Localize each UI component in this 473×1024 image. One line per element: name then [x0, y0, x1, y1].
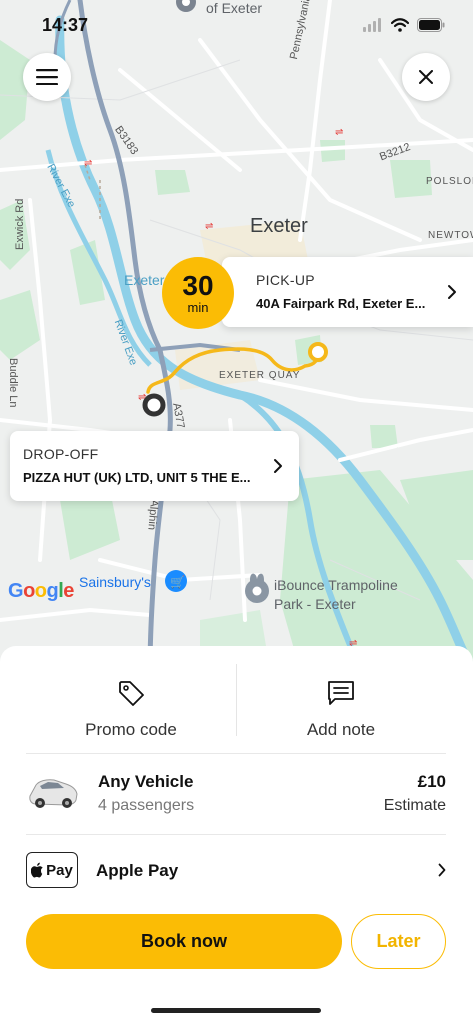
- map-base: ⇌ ⇌ ⇌ ⇌ ⇌ 🛒: [0, 0, 473, 670]
- svg-text:⇌: ⇌: [335, 127, 343, 138]
- pickup-address: 40A Fairpark Rd, Exeter E...: [256, 296, 426, 311]
- map-label-top-poi: of Exeter: [206, 0, 263, 16]
- promo-code-label: Promo code: [85, 720, 177, 739]
- promo-code-button[interactable]: Promo code: [26, 664, 236, 754]
- svg-text:🛒: 🛒: [170, 575, 185, 589]
- options-divider: [236, 664, 237, 736]
- map-label-city-exeter: Exeter: [250, 215, 308, 237]
- booking-sheet: Promo code Add note Any Vehicle 4 passen…: [0, 646, 473, 1024]
- chevron-right-icon: [274, 459, 282, 473]
- divider: [26, 753, 446, 754]
- status-time: 14:37: [42, 15, 89, 35]
- map-view[interactable]: ⇌ ⇌ ⇌ ⇌ ⇌ 🛒 of Exeter Pennsylvania Rd B3…: [0, 0, 473, 670]
- map-label-sainsburys[interactable]: Sainsbury's: [79, 574, 151, 590]
- chevron-right-icon: [438, 863, 446, 877]
- divider: [26, 834, 446, 835]
- wifi-icon: [391, 18, 409, 32]
- vehicle-name: Any Vehicle: [98, 772, 194, 791]
- note-icon: [328, 681, 354, 705]
- home-indicator[interactable]: [151, 1008, 321, 1013]
- map-label-ibounce-line2[interactable]: Park - Exeter: [274, 595, 356, 613]
- dropoff-callout[interactable]: DROP-OFF PIZZA HUT (UK) LTD, UNIT 5 THE …: [10, 431, 299, 501]
- vehicle-passengers: 4 passengers: [98, 797, 195, 814]
- pickup-callout[interactable]: PICK-UP 40A Fairpark Rd, Exeter E...: [222, 257, 473, 327]
- map-label-polsloe: POLSLOE: [426, 176, 473, 187]
- map-label-ibounce-line1[interactable]: iBounce Trampoline: [274, 576, 398, 594]
- status-icons: [363, 18, 445, 32]
- close-button[interactable]: [402, 53, 450, 101]
- svg-text:⇌: ⇌: [205, 221, 213, 232]
- payment-row[interactable]: Pay Apple Pay: [26, 852, 446, 890]
- price-estimate-label: Estimate: [383, 797, 446, 814]
- apple-pay-badge: Pay: [26, 852, 78, 888]
- signal-icon: [363, 18, 381, 32]
- add-note-button[interactable]: Add note: [236, 664, 446, 754]
- svg-text:⇌: ⇌: [84, 158, 92, 169]
- later-button[interactable]: Later: [351, 914, 446, 969]
- add-note-label: Add note: [306, 720, 376, 739]
- map-label-buddle-ln: Buddle Ln: [7, 358, 19, 408]
- vehicle-price: £10: [417, 772, 446, 791]
- vehicle-row[interactable]: Any Vehicle 4 passengers £10 Estimate: [26, 764, 446, 834]
- chevron-right-icon: [448, 285, 456, 299]
- map-label-newtown: NEWTOWN: [428, 230, 473, 241]
- eta-value: 30: [182, 269, 214, 301]
- dropoff-address: PIZZA HUT (UK) LTD, UNIT 5 THE E...: [23, 470, 251, 485]
- map-label-exeter-station: Exeter: [124, 272, 165, 288]
- map-label-exwick-rd: Exwick Rd: [14, 198, 26, 250]
- tag-icon: [119, 681, 144, 706]
- battery-icon: [417, 18, 445, 32]
- payment-method: Apple Pay: [96, 861, 179, 880]
- map-label-exeter-quay: EXETER QUAY: [219, 370, 301, 381]
- eta-badge: 30 min: [162, 257, 234, 329]
- apple-logo-icon: [31, 862, 43, 878]
- close-icon: [419, 70, 433, 84]
- pickup-label: PICK-UP: [256, 272, 315, 288]
- eta-unit: min: [187, 299, 209, 315]
- menu-button[interactable]: [23, 53, 71, 101]
- book-now-button[interactable]: Book now: [26, 914, 342, 969]
- google-logo: Google: [8, 580, 74, 602]
- car-icon: [29, 779, 78, 808]
- dropoff-label: DROP-OFF: [23, 446, 99, 462]
- hamburger-icon: [36, 69, 58, 85]
- apple-pay-badge-text: Pay: [46, 861, 73, 879]
